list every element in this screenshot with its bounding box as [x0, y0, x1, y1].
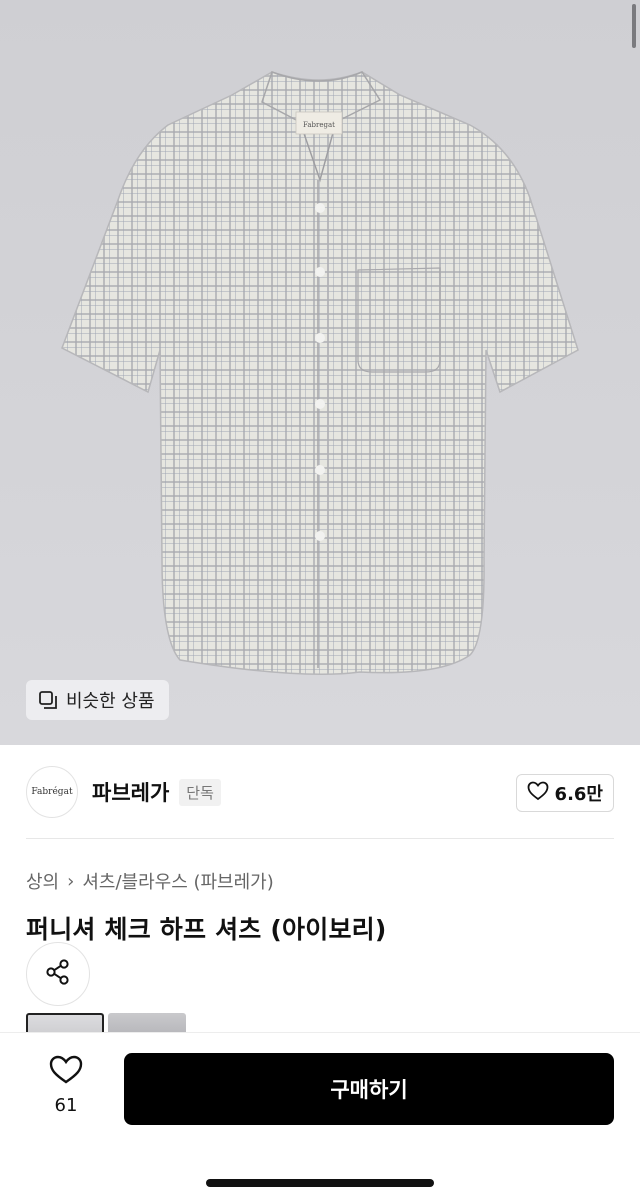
copy-icon: [38, 690, 58, 710]
product-image[interactable]: Fabregat 비슷한 상품: [0, 0, 640, 745]
brand-row: Fabrégat 파브레가 단독 6.6만: [26, 766, 614, 818]
breadcrumb-subcategory[interactable]: 셔츠/블라우스 (파브레가): [82, 868, 273, 894]
color-thumbnail[interactable]: [108, 1013, 186, 1033]
breadcrumb-category[interactable]: 상의: [26, 868, 59, 894]
home-indicator: [206, 1179, 434, 1187]
brand-logo[interactable]: Fabrégat: [26, 766, 78, 818]
chevron-right-icon: ›: [67, 870, 75, 892]
share-icon: [43, 957, 73, 991]
similar-products-label: 비슷한 상품: [66, 691, 155, 712]
shirt-image: Fabregat: [61, 71, 579, 676]
similar-products-button[interactable]: 비슷한 상품: [26, 680, 169, 720]
brand-logo-text: Fabrégat: [31, 787, 73, 797]
brand-like-button[interactable]: 6.6만: [515, 774, 614, 812]
scroll-indicator: [632, 4, 636, 48]
divider: [26, 838, 614, 839]
shirt-label-text: Fabregat: [303, 121, 335, 129]
wishlist-button[interactable]: 61: [36, 1055, 96, 1116]
share-button[interactable]: [26, 942, 90, 1006]
color-thumbnail-selected[interactable]: [26, 1013, 104, 1033]
buy-button[interactable]: 구매하기: [124, 1053, 614, 1125]
heart-icon: [49, 1055, 83, 1089]
breadcrumb: 상의 › 셔츠/블라우스 (파브레가): [26, 868, 274, 894]
exclusive-badge: 단독: [179, 778, 221, 806]
brand-like-count: 6.6만: [554, 784, 603, 805]
heart-icon: [527, 781, 549, 806]
wishlist-count: 61: [54, 1095, 78, 1116]
bottom-action-bar: 61 구매하기: [0, 1032, 640, 1200]
product-title: 퍼니셔 체크 하프 셔츠 (아이보리): [26, 915, 387, 944]
brand-name[interactable]: 파브레가: [92, 777, 169, 807]
